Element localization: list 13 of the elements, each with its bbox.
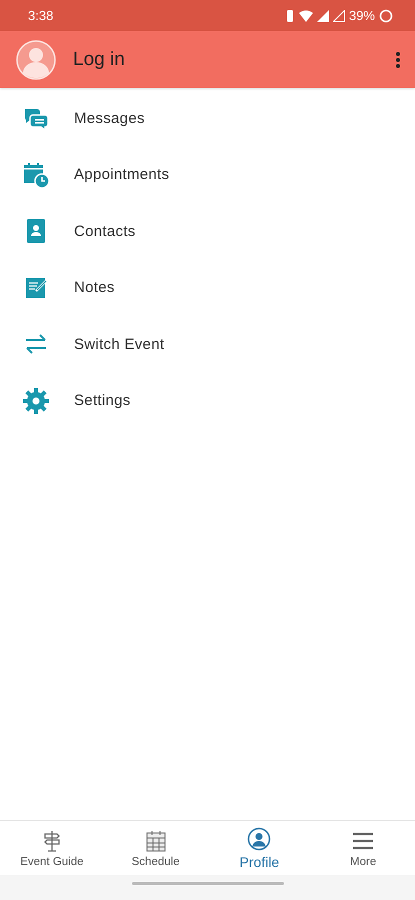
nav-tab[interactable]: Event Guide (0, 821, 104, 875)
battery-percent: 39% (348, 8, 375, 23)
menu-item[interactable]: Notes (0, 260, 415, 316)
menu-item[interactable]: Switch Event (0, 316, 415, 372)
nav-tab[interactable]: More (311, 821, 415, 875)
nav-tab[interactable]: Schedule (104, 821, 208, 875)
nav-tab[interactable]: Profile (208, 821, 312, 875)
menu-item[interactable]: Appointments (0, 146, 415, 203)
login-title[interactable]: Log in (73, 48, 395, 70)
menu-item[interactable]: Settings (0, 372, 415, 429)
menu-item[interactable]: Messages (0, 90, 415, 146)
status-time: 3:38 (28, 8, 54, 23)
menu-item[interactable]: Contacts (0, 203, 415, 260)
